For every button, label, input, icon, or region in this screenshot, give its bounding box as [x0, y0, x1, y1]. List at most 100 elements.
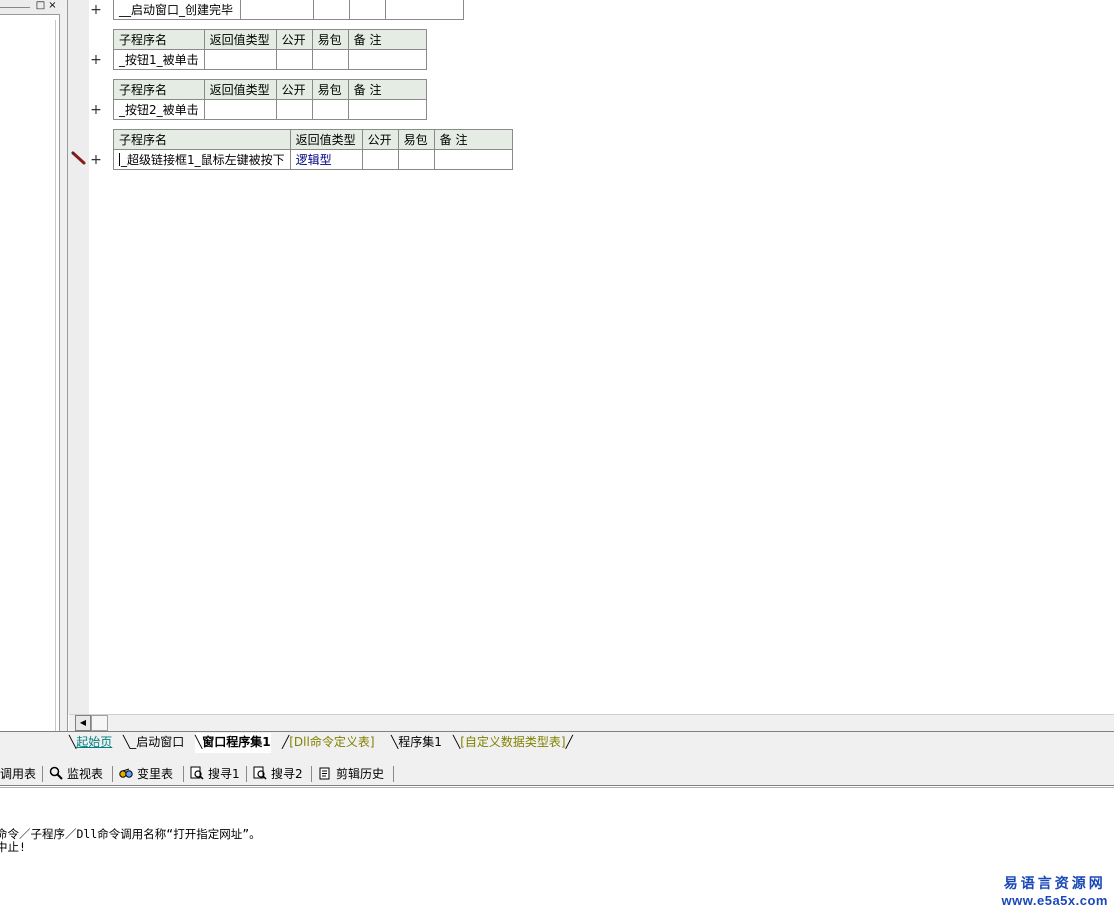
- call-table-label: 调用表: [0, 767, 37, 781]
- remark-cell[interactable]: [385, 0, 464, 20]
- watch-table-button[interactable]: 监视表: [49, 764, 103, 784]
- header-return-type: 返回值类型: [203, 29, 277, 50]
- clip-history-label: 剪辑历史: [336, 767, 385, 781]
- property-list[interactable]: [0, 20, 56, 732]
- output-pane[interactable]: 命令／子程序／Dll命令调用名称“打开指定网址”。 中止! 易语言资源网 www…: [0, 787, 1114, 914]
- tab-label: [自定义数据类型表]: [460, 735, 566, 749]
- expand-icon[interactable]: +: [90, 53, 102, 67]
- variable-table-label: 变里表: [137, 767, 174, 781]
- tab-separator: ╱: [565, 735, 573, 749]
- tab-label: 起始页: [76, 735, 113, 749]
- subroutine-table-3: 子程序名 返回值类型 公开 易包 备 注 _超级链接框1_鼠标左键被按下 逻辑型: [113, 129, 513, 170]
- tab-label: 程序集1: [398, 735, 442, 749]
- search2-button[interactable]: 搜寻2: [253, 764, 303, 784]
- epackage-cell[interactable]: [311, 99, 349, 120]
- tab-label: _启动窗口: [130, 735, 185, 749]
- header-epackage: 易包: [311, 79, 349, 100]
- public-cell[interactable]: [275, 99, 313, 120]
- splitter[interactable]: [60, 0, 68, 734]
- subroutine-name-cell[interactable]: _按钮1_被单击: [113, 49, 205, 70]
- watermark-logo: 易语言资源网 www.e5a5x.com: [1002, 873, 1108, 908]
- return-type-cell[interactable]: [240, 0, 314, 20]
- header-return-type: 返回值类型: [289, 129, 363, 150]
- left-panel: □ ×: [0, 0, 60, 734]
- header-remark: 备 注: [347, 29, 427, 50]
- toolbar-divider: [393, 766, 394, 782]
- remark-cell[interactable]: [347, 49, 427, 70]
- return-type-cell[interactable]: [203, 99, 277, 120]
- watermark-url: www.e5a5x.com: [1001, 893, 1108, 908]
- header-return-type: 返回值类型: [203, 79, 277, 100]
- output-line: 中止!: [0, 840, 26, 854]
- header-public: 公开: [275, 29, 313, 50]
- clip-history-button[interactable]: 剪辑历史: [318, 764, 384, 784]
- header-subroutine-name: 子程序名: [113, 129, 291, 150]
- header-remark: 备 注: [347, 79, 427, 100]
- watermark-title: 易语言资源网: [1003, 876, 1106, 892]
- header-subroutine-name: 子程序名: [113, 29, 205, 50]
- variable-table-button[interactable]: 变里表: [119, 764, 173, 784]
- header-public: 公开: [361, 129, 399, 150]
- subroutine-table-top: __启动窗口_创建完毕: [113, 0, 464, 20]
- left-panel-titlebar: □ ×: [0, 0, 60, 15]
- epackage-cell[interactable]: [311, 49, 349, 70]
- header-remark: 备 注: [433, 129, 513, 150]
- editor-gutter: [68, 0, 89, 714]
- horizontal-scrollbar[interactable]: ◀: [69, 714, 1114, 731]
- toolbar-divider: [112, 766, 113, 782]
- toolbar-divider: [246, 766, 247, 782]
- tab-startup-window[interactable]: ╲_启动窗口: [123, 733, 184, 753]
- tab-label: [Dll命令定义表]: [289, 735, 375, 749]
- subroutine-name-text: _超级链接框1_鼠标左键被按下: [121, 153, 285, 167]
- return-type-cell[interactable]: 逻辑型: [289, 149, 363, 170]
- variable-icon: [119, 768, 133, 778]
- tab-start-page[interactable]: ╲起始页: [69, 733, 112, 753]
- public-cell[interactable]: [361, 149, 399, 170]
- clipboard-icon: [319, 767, 330, 780]
- return-type-cell[interactable]: [203, 49, 277, 70]
- public-cell[interactable]: [313, 0, 350, 20]
- remark-cell[interactable]: [433, 149, 513, 170]
- scroll-thumb[interactable]: [91, 715, 108, 731]
- subroutine-name-cell[interactable]: _按钮2_被单击: [113, 99, 205, 120]
- search1-button[interactable]: 搜寻1: [190, 764, 240, 784]
- subroutine-name-cell[interactable]: _超级链接框1_鼠标左键被按下: [113, 149, 291, 170]
- search1-label: 搜寻1: [208, 767, 240, 781]
- watch-table-label: 监视表: [67, 767, 104, 781]
- pencil-icon: [71, 151, 86, 165]
- expand-icon[interactable]: +: [90, 3, 102, 17]
- public-cell[interactable]: [275, 49, 313, 70]
- search-doc-icon: [190, 766, 204, 780]
- scroll-left-icon[interactable]: ◀: [75, 715, 91, 731]
- subroutine-name-cell[interactable]: __启动窗口_创建完毕: [113, 0, 241, 20]
- restore-icon[interactable]: □: [35, 1, 46, 12]
- subroutine-table-1: 子程序名 返回值类型 公开 易包 备 注 _按钮1_被单击: [113, 29, 427, 70]
- toolbar-divider: [183, 766, 184, 782]
- text-caret: [119, 153, 120, 166]
- epackage-cell[interactable]: [397, 149, 435, 170]
- header-subroutine-name: 子程序名: [113, 79, 205, 100]
- expand-icon[interactable]: +: [90, 153, 102, 167]
- remark-cell[interactable]: [347, 99, 427, 120]
- search2-label: 搜寻2: [271, 767, 303, 781]
- magnifier-icon: [49, 766, 63, 780]
- search-doc-icon: [253, 766, 267, 780]
- header-public: 公开: [275, 79, 313, 100]
- tab-program-set[interactable]: ╲程序集1: [391, 733, 442, 753]
- output-line: 命令／子程序／Dll命令调用名称“打开指定网址”。: [0, 827, 261, 841]
- tab-dll-command-table[interactable]: ╱[Dll命令定义表]: [282, 733, 375, 753]
- toolbar-divider: [42, 766, 43, 782]
- epackage-cell[interactable]: [349, 0, 386, 20]
- subroutine-table-2: 子程序名 返回值类型 公开 易包 备 注 _按钮2_被单击: [113, 79, 427, 120]
- toolbar-divider: [311, 766, 312, 782]
- tab-window-program-set[interactable]: ╲窗口程序集1: [195, 733, 271, 753]
- close-icon[interactable]: ×: [47, 1, 58, 12]
- toolbar-gap: [0, 754, 1114, 762]
- call-table-button[interactable]: 调用表: [0, 764, 36, 784]
- tab-label: 窗口程序集1: [202, 735, 271, 749]
- expand-icon[interactable]: +: [90, 103, 102, 117]
- titlebar-line: [0, 7, 30, 8]
- tab-custom-datatype-table[interactable]: ╲[自定义数据类型表]╱: [453, 733, 573, 753]
- header-epackage: 易包: [397, 129, 435, 150]
- bottom-toolbar: 调用表 监视表 变里表 搜寻1 搜寻2 剪辑历史: [0, 762, 1114, 786]
